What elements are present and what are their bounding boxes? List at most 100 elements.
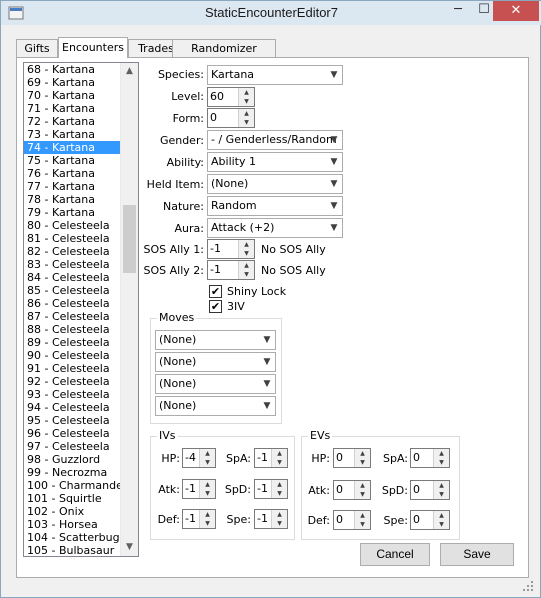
spin-buttons[interactable]: ▲ ▼ [238, 240, 254, 258]
scroll-thumb[interactable] [123, 205, 136, 273]
chevron-down-icon[interactable]: ▼ [326, 153, 342, 171]
spin-up-icon[interactable]: ▲ [434, 481, 449, 490]
spin-up-icon[interactable]: ▲ [239, 109, 254, 118]
spin-buttons[interactable]: ▲ ▼ [354, 449, 370, 467]
spin-up-icon[interactable]: ▲ [239, 261, 254, 270]
move-2-combo[interactable]: (None) ▼ [155, 352, 276, 372]
spin-up-icon[interactable]: ▲ [200, 449, 215, 458]
save-button[interactable]: Save [440, 543, 514, 566]
scroll-up-icon[interactable]: ▲ [121, 63, 138, 80]
spin-down-icon[interactable]: ▼ [434, 458, 449, 467]
spin-down-icon[interactable]: ▼ [239, 249, 254, 258]
spin-buttons[interactable]: ▲ ▼ [271, 449, 287, 467]
helditem-combo[interactable]: (None) ▼ [207, 174, 343, 194]
tab-encounters[interactable]: Encounters [58, 37, 128, 58]
chevron-down-icon[interactable]: ▼ [259, 353, 275, 371]
spin-down-icon[interactable]: ▼ [272, 489, 287, 498]
move-1-combo[interactable]: (None) ▼ [155, 330, 276, 350]
cancel-button[interactable]: Cancel [360, 543, 430, 566]
list-scrollbar[interactable]: ▲ ▼ [120, 63, 138, 556]
spin-up-icon[interactable]: ▲ [272, 510, 287, 519]
chevron-down-icon[interactable]: ▼ [259, 375, 275, 393]
iv-atk-stepper[interactable]: -1 ▲ ▼ [182, 479, 216, 499]
form-stepper[interactable]: 0 ▲ ▼ [207, 108, 255, 128]
spin-up-icon[interactable]: ▲ [239, 88, 254, 97]
nature-combo[interactable]: Random ▼ [207, 196, 343, 216]
spin-down-icon[interactable]: ▼ [200, 489, 215, 498]
spin-buttons[interactable]: ▲ ▼ [199, 449, 215, 467]
sos-ally-2-stepper[interactable]: -1 ▲ ▼ [207, 260, 255, 280]
spin-buttons[interactable]: ▲ ▼ [199, 480, 215, 498]
tab-gifts[interactable]: Gifts [16, 39, 58, 57]
move-4-combo[interactable]: (None) ▼ [155, 396, 276, 416]
spin-buttons[interactable]: ▲ ▼ [199, 510, 215, 528]
resize-grip-icon[interactable] [522, 580, 534, 592]
ev-hp-stepper[interactable]: 0 ▲ ▼ [333, 448, 371, 468]
spin-buttons[interactable]: ▲ ▼ [433, 481, 449, 499]
spin-up-icon[interactable]: ▲ [272, 480, 287, 489]
spin-up-icon[interactable]: ▲ [200, 510, 215, 519]
chevron-down-icon[interactable]: ▼ [326, 219, 342, 237]
sos-ally-1-stepper[interactable]: -1 ▲ ▼ [207, 239, 255, 259]
spin-down-icon[interactable]: ▼ [355, 458, 370, 467]
spin-buttons[interactable]: ▲ ▼ [238, 88, 254, 106]
spin-buttons[interactable]: ▲ ▼ [271, 510, 287, 528]
spin-buttons[interactable]: ▲ ▼ [238, 261, 254, 279]
move-3-combo[interactable]: (None) ▼ [155, 374, 276, 394]
spin-down-icon[interactable]: ▼ [239, 270, 254, 279]
spin-up-icon[interactable]: ▲ [200, 480, 215, 489]
spin-down-icon[interactable]: ▼ [355, 520, 370, 529]
species-label: Species: [157, 68, 204, 81]
ev-def-stepper[interactable]: 0 ▲ ▼ [333, 510, 371, 530]
spin-up-icon[interactable]: ▲ [434, 511, 449, 520]
iv-def-stepper[interactable]: -1 ▲ ▼ [182, 509, 216, 529]
iv-spd-stepper[interactable]: -1 ▲ ▼ [254, 479, 288, 499]
ev-spe-stepper[interactable]: 0 ▲ ▼ [410, 510, 450, 530]
ev-spd-stepper[interactable]: 0 ▲ ▼ [410, 480, 450, 500]
spin-buttons[interactable]: ▲ ▼ [433, 449, 449, 467]
iv-hp-stepper[interactable]: -4 ▲ ▼ [182, 448, 216, 468]
ev-atk-stepper[interactable]: 0 ▲ ▼ [333, 480, 371, 500]
3iv-checkbox[interactable]: ✔ [209, 300, 222, 313]
shiny-lock-checkbox[interactable]: ✔ [209, 285, 222, 298]
spin-up-icon[interactable]: ▲ [434, 449, 449, 458]
spin-buttons[interactable]: ▲ ▼ [354, 481, 370, 499]
scroll-down-icon[interactable]: ▼ [121, 539, 138, 556]
spin-down-icon[interactable]: ▼ [434, 490, 449, 499]
chevron-down-icon[interactable]: ▼ [326, 197, 342, 215]
chevron-down-icon[interactable]: ▼ [326, 175, 342, 193]
spin-up-icon[interactable]: ▲ [239, 240, 254, 249]
spin-up-icon[interactable]: ▲ [355, 511, 370, 520]
ability-combo[interactable]: Ability 1 ▼ [207, 152, 343, 172]
spin-down-icon[interactable]: ▼ [239, 118, 254, 127]
chevron-down-icon[interactable]: ▼ [259, 331, 275, 349]
tab-randomizer-options[interactable]: Randomizer Options [172, 39, 276, 72]
iv-spe-stepper[interactable]: -1 ▲ ▼ [254, 509, 288, 529]
ev-spa-stepper[interactable]: 0 ▲ ▼ [410, 448, 450, 468]
chevron-down-icon[interactable]: ▼ [326, 131, 342, 149]
spin-down-icon[interactable]: ▼ [272, 519, 287, 528]
gender-combo[interactable]: - / Genderless/Random ▼ [207, 130, 343, 150]
spin-buttons[interactable]: ▲ ▼ [354, 511, 370, 529]
spin-down-icon[interactable]: ▼ [355, 490, 370, 499]
minimize-button[interactable]: ─ [445, 1, 471, 21]
spin-buttons[interactable]: ▲ ▼ [238, 109, 254, 127]
spin-buttons[interactable]: ▲ ▼ [271, 480, 287, 498]
spin-up-icon[interactable]: ▲ [272, 449, 287, 458]
spin-down-icon[interactable]: ▼ [200, 519, 215, 528]
encounter-list[interactable]: 68 - Kartana 69 - Kartana 70 - Kartana 71 -… [23, 62, 139, 557]
level-stepper[interactable]: 60 ▲ ▼ [207, 87, 255, 107]
chevron-down-icon[interactable]: ▼ [259, 397, 275, 415]
spin-down-icon[interactable]: ▼ [239, 97, 254, 106]
spin-down-icon[interactable]: ▼ [272, 458, 287, 467]
aura-combo[interactable]: Attack (+2) ▼ [207, 218, 343, 238]
close-button[interactable]: ✕ [493, 1, 539, 21]
spin-down-icon[interactable]: ▼ [200, 458, 215, 467]
iv-spa-stepper[interactable]: -1 ▲ ▼ [254, 448, 288, 468]
spin-up-icon[interactable]: ▲ [355, 481, 370, 490]
spin-buttons[interactable]: ▲ ▼ [433, 511, 449, 529]
chevron-down-icon[interactable]: ▼ [326, 66, 342, 84]
species-combo[interactable]: Kartana ▼ [207, 65, 343, 85]
spin-up-icon[interactable]: ▲ [355, 449, 370, 458]
spin-down-icon[interactable]: ▼ [434, 520, 449, 529]
